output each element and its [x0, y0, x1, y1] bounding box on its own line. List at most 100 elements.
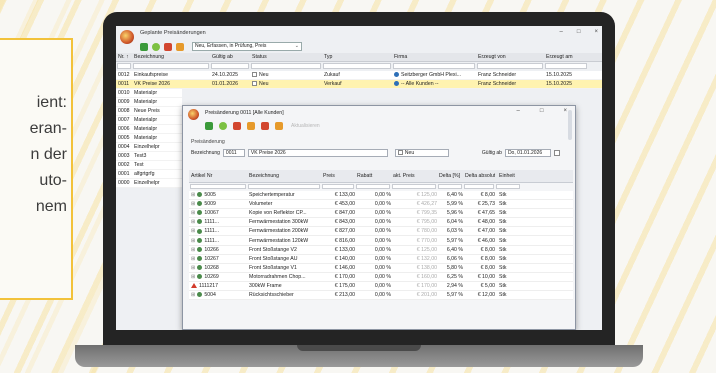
article-row[interactable]: ⊞ 5004 Rücksichtsschieber € 213,00 0,00 % € 2… — [189, 291, 573, 301]
maximize-button[interactable]: □ — [577, 29, 581, 35]
scrollbar[interactable] — [568, 110, 572, 140]
filter-cell[interactable] — [356, 184, 390, 189]
col-header-typ[interactable]: Typ — [322, 54, 392, 60]
article-row[interactable]: 1111217 300kW Frame € 175,00 0,00 % € 170,00… — [189, 281, 573, 292]
table-row[interactable]: 0004 Einzelhelpr — [116, 143, 182, 152]
col-header-bezeichnung[interactable]: Bezeichnung — [132, 54, 210, 60]
article-row[interactable]: ⊞ 10067 Kopie von Reflektor CP... € 847,00 0… — [189, 209, 573, 219]
status-filter-dropdown[interactable]: Neu, Erfassen, in Prüfung, Preis ⌄ — [192, 42, 302, 51]
filter-cell[interactable] — [117, 63, 131, 69]
expand-icon[interactable]: ⊞ — [191, 247, 195, 253]
filter-cell[interactable] — [190, 184, 246, 189]
expand-icon[interactable]: ⊞ — [191, 292, 195, 298]
article-row[interactable]: ⊞ 10268 Front Stoßstange V1 € 146,00 0,00 % €… — [189, 263, 573, 273]
col-header-status[interactable]: Status — [250, 54, 322, 60]
filter-cell[interactable] — [133, 63, 209, 69]
article-row[interactable]: ⊞ 10266 Front Stoßstange V2 € 133,00 0,00 % €… — [189, 245, 573, 255]
dialog-minimize-button[interactable]: – — [517, 108, 520, 114]
filter-cell[interactable] — [477, 63, 543, 69]
expand-icon[interactable]: ⊞ — [191, 192, 195, 198]
article-row[interactable]: ⊞ 1111... Fernwärmestation 200kW € 827,00 0,… — [189, 227, 573, 237]
col-header-erzeugt-von[interactable]: Erzeugt von — [476, 54, 544, 60]
artikel-nr: 10268 — [204, 264, 219, 271]
close-button[interactable]: × — [594, 29, 598, 35]
cell-preis: € 133,00 — [334, 246, 355, 253]
filter-cell[interactable] — [393, 63, 475, 69]
article-row[interactable]: ⊞ 5005 Speichertemperatur € 133,00 0,00 % € 1… — [189, 191, 573, 201]
refresh-icon[interactable] — [152, 42, 160, 51]
article-icon — [197, 255, 203, 261]
filter-cell[interactable] — [496, 184, 520, 189]
cell-artikel: ⊞ 1111... — [189, 219, 247, 225]
edit-icon[interactable] — [176, 42, 184, 51]
col-header-rabatt[interactable]: Rabatt — [355, 173, 391, 179]
article-row[interactable]: ⊞ 10269 Motorradrahmen Chop... € 170,00 0,00… — [189, 272, 573, 282]
col-header-artikel[interactable]: Artikel Nr — [189, 173, 247, 179]
col-header-firma[interactable]: Firma — [392, 54, 476, 60]
status-field[interactable]: Neu — [394, 148, 449, 157]
table-row-selected[interactable]: 0011 VK Preise 2026 01.01.2026 Neu Verka… — [116, 80, 602, 89]
new-icon[interactable] — [140, 42, 148, 51]
expand-icon[interactable]: ⊞ — [191, 256, 195, 262]
tools-icon[interactable] — [275, 122, 283, 130]
col-header-preis[interactable]: Preis — [321, 173, 355, 179]
filter-cell[interactable] — [251, 63, 321, 69]
delete-icon[interactable] — [164, 42, 172, 51]
col-header-delta-pct[interactable]: Delta [%] — [437, 173, 463, 179]
table-row[interactable]: 0001 alfgrtgrfg — [116, 170, 182, 179]
cell-nr: 0009 — [118, 99, 130, 105]
table-row[interactable]: 0006 Materialpr — [116, 125, 182, 134]
article-row[interactable]: ⊞ 10267 Front Stoßstange AU € 140,00 0,00 % €… — [189, 254, 573, 264]
filter-cell[interactable] — [392, 184, 436, 189]
col-header-delta-abs[interactable]: Delta absolut — [463, 173, 495, 179]
col-header-erzeugt-am[interactable]: Erzeugt am — [544, 54, 588, 60]
refresh-icon[interactable] — [219, 122, 227, 130]
filter-cell[interactable] — [464, 184, 494, 189]
expand-icon[interactable]: ⊞ — [191, 228, 195, 234]
expand-icon[interactable]: ⊞ — [191, 219, 195, 225]
minimize-button[interactable]: – — [560, 29, 563, 35]
article-row[interactable]: ⊞ 5009 Volumeter € 453,00 0,00 % € 426,27 5,99… — [189, 200, 573, 210]
col-header-nr[interactable]: Nr. ↑ — [116, 54, 132, 60]
filter-cell[interactable] — [322, 184, 354, 189]
expand-icon[interactable]: ⊞ — [191, 210, 195, 216]
delete-icon[interactable] — [233, 122, 241, 130]
table-row[interactable]: 0003 Test3 — [116, 152, 182, 161]
filter-cell[interactable] — [545, 63, 587, 69]
nr-field[interactable]: 0011 — [222, 148, 245, 157]
table-row[interactable]: 0010 Materialpr — [116, 89, 182, 98]
dialog-close-button[interactable]: × — [563, 108, 567, 114]
calendar-icon[interactable] — [553, 149, 560, 156]
table-row[interactable]: 0005 Materialpr — [116, 134, 182, 143]
cell-delta-abs: € 46,00 — [477, 237, 495, 244]
article-row[interactable]: ⊞ 1111... Fernwärmestation 300kW € 843,00 0,… — [189, 218, 573, 228]
table-row[interactable]: 0009 Materialpr — [116, 98, 182, 107]
col-header-akt-preis[interactable]: akt. Preis — [391, 173, 437, 179]
table-row[interactable]: 0007 Materialpr — [116, 116, 182, 125]
col-header-gueltig[interactable]: Gültig ab — [210, 54, 250, 60]
article-row[interactable]: ⊞ 1111... Fernwärmestation 120kW € 816,00 0,… — [189, 236, 573, 246]
col-header-bezeichnung[interactable]: Bezeichnung — [247, 173, 321, 179]
table-row[interactable]: 0012 Einkaufspreise 24.10.2025 Neu Zukau… — [116, 71, 602, 80]
filter-cell[interactable] — [248, 184, 320, 189]
filter-cell[interactable] — [323, 63, 391, 69]
save-icon[interactable] — [205, 122, 213, 130]
filter-cell[interactable] — [438, 184, 462, 189]
expand-icon[interactable]: ⊞ — [191, 274, 195, 280]
import-icon[interactable] — [261, 122, 269, 130]
bezeichnung-field[interactable]: VK Preise 2026 — [247, 148, 388, 157]
cell-artikel: ⊞ 5005 — [189, 192, 247, 198]
expand-icon[interactable]: ⊞ — [191, 265, 195, 271]
edit-icon[interactable] — [247, 122, 255, 130]
cell-bezeichnung: 300kW Frame — [249, 282, 282, 289]
table-row[interactable]: 0002 Test — [116, 161, 182, 170]
dialog-maximize-button[interactable]: □ — [540, 108, 544, 114]
cell-delta-abs: € 48,00 — [477, 219, 495, 226]
expand-icon[interactable]: ⊞ — [191, 238, 195, 244]
col-header-einheit[interactable]: Einheit — [495, 173, 521, 179]
table-row[interactable]: 0000 Einzelhelpr — [116, 179, 182, 188]
table-row[interactable]: 0008 Neue Preis — [116, 107, 182, 116]
expand-icon[interactable]: ⊞ — [191, 201, 195, 207]
filter-cell[interactable] — [211, 63, 249, 69]
gueltig-date-field[interactable]: Do, 01.01.2026 — [504, 148, 551, 157]
